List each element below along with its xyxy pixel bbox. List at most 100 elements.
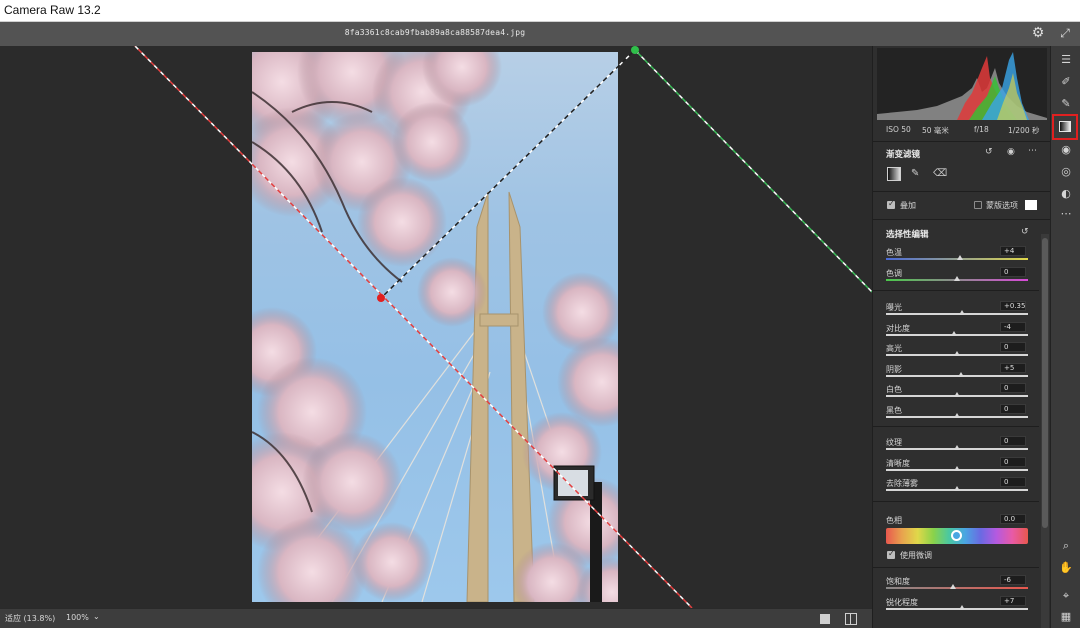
slider-thumb[interactable]	[954, 486, 960, 491]
edit-icon[interactable]: ☰	[1058, 52, 1074, 68]
slider-label: 色调	[886, 268, 902, 278]
exif-info: ISO 50 50 毫米 f/18 1/200 秒	[873, 122, 1050, 138]
exif-iso: ISO 50	[886, 125, 911, 134]
slider-track[interactable]	[886, 607, 1028, 610]
slider-value[interactable]: -6	[1000, 575, 1026, 585]
mask-color-swatch[interactable]	[1025, 200, 1037, 210]
slider-label: 对比度	[886, 323, 910, 333]
status-bar: 适应 (13.8%) 100% ⌄	[0, 608, 872, 628]
slider-value[interactable]: +0.35	[1000, 301, 1026, 311]
hand-icon[interactable]: ✋	[1058, 560, 1074, 576]
slider-thumb[interactable]	[954, 351, 960, 356]
slider-label: 去除薄雾	[886, 479, 918, 488]
slider-thumb[interactable]	[956, 255, 963, 260]
title-bar: Camera Raw 13.2	[0, 0, 1080, 22]
file-name: 8fa3361c8cab9fbab89a8ca88587dea4.jpg	[344, 28, 526, 37]
section-reset-icon[interactable]: ↺	[1021, 227, 1029, 237]
slider-track[interactable]	[886, 313, 1028, 315]
divider	[873, 141, 1050, 142]
slider-value[interactable]: -4	[1000, 321, 1026, 332]
slider-thumb[interactable]	[954, 445, 960, 450]
slider-value[interactable]: 0	[1000, 266, 1026, 277]
slider-label: 阴影	[886, 364, 902, 374]
hue-label: 色相	[886, 516, 902, 525]
slider-label: 清晰度	[886, 458, 910, 468]
grid-icon[interactable]: ▦	[1058, 609, 1074, 625]
gear-icon[interactable]: ⚙	[1031, 26, 1045, 40]
slider-thumb[interactable]	[958, 310, 965, 315]
slider-label: 白色	[886, 385, 902, 394]
slider-value[interactable]: +5	[1000, 362, 1026, 373]
graduated-filter-icon[interactable]	[1059, 121, 1071, 132]
reset-icon[interactable]: ↺	[985, 147, 993, 157]
divider	[873, 501, 1039, 502]
slider-label: 纹理	[886, 438, 902, 447]
brush-mode-icon[interactable]: ✎	[911, 169, 919, 179]
gradient-pin-green[interactable]	[631, 46, 639, 54]
section-title: 选择性编辑	[886, 230, 929, 240]
slider-label: 色温	[886, 248, 902, 257]
gradient-filter-overlay[interactable]	[0, 46, 872, 608]
more-tools-icon[interactable]: ⋯	[1058, 206, 1074, 222]
histogram	[877, 48, 1047, 120]
zoom-dropdown-icon[interactable]: ⌄	[93, 612, 100, 621]
tool-rail: ☰ ✐ ✎ ◉ ◎ ◐ ⋯ ⌕ ✋ ⌖ ▦	[1050, 46, 1080, 628]
slider-label: 曝光	[886, 303, 902, 312]
panel-scrollbar-thumb[interactable]	[1042, 238, 1048, 528]
red-eye-icon[interactable]: ◎	[1058, 164, 1074, 180]
slider-value[interactable]: 0	[1000, 477, 1026, 487]
gradient-mode-icon[interactable]	[887, 167, 901, 181]
eraser-icon[interactable]: ⌫	[933, 169, 947, 179]
divider	[873, 567, 1039, 568]
slider-value[interactable]: 0	[1000, 403, 1026, 414]
slider-thumb[interactable]	[949, 584, 956, 589]
slider-thumb[interactable]	[951, 330, 958, 336]
compare-view-icon[interactable]	[845, 613, 857, 625]
zoom-icon[interactable]: ⌕	[1058, 538, 1074, 554]
slider-thumb[interactable]	[954, 412, 960, 418]
app-title: Camera Raw 13.2	[4, 3, 101, 17]
fine-tune-label: 使用微调	[900, 551, 932, 560]
sampler-icon[interactable]: ⌖	[1058, 588, 1074, 604]
single-view-icon[interactable]	[820, 614, 830, 624]
exif-shutter: 1/200 秒	[1008, 126, 1040, 135]
gradient-pin-red[interactable]	[377, 294, 385, 302]
image-canvas[interactable]	[0, 46, 872, 608]
exif-aperture: f/18	[974, 125, 989, 134]
mask-options-checkbox[interactable]	[974, 201, 982, 209]
slider-value[interactable]: 0	[1000, 383, 1026, 393]
slider-thumb[interactable]	[957, 371, 964, 377]
healing-icon[interactable]: ✐	[1058, 74, 1074, 90]
presets-icon[interactable]: ◐	[1058, 186, 1074, 202]
slider-label: 高光	[886, 344, 902, 353]
divider	[873, 191, 1050, 192]
slider-value[interactable]: 0	[1000, 342, 1026, 352]
slider-track[interactable]	[886, 587, 1028, 589]
overlay-label: 叠加	[900, 201, 916, 210]
panel-title: 渐变滤镜	[886, 150, 921, 160]
exif-focal: 50 毫米	[922, 126, 949, 135]
hue-spectrum[interactable]	[886, 528, 1028, 544]
hue-value[interactable]: 0.0	[1000, 514, 1026, 524]
slider-thumb[interactable]	[954, 465, 960, 471]
fit-zoom-label[interactable]: 适应 (13.8%)	[5, 613, 55, 624]
fine-tune-checkbox[interactable]	[887, 549, 895, 559]
divider	[873, 219, 1050, 220]
brush-icon[interactable]: ✎	[1058, 96, 1074, 112]
slider-value[interactable]: +7	[1000, 595, 1026, 606]
slider-label: 饱和度	[886, 577, 910, 586]
eye-icon[interactable]: ◉	[1007, 147, 1015, 157]
slider-thumb[interactable]	[954, 392, 960, 397]
slider-thumb[interactable]	[958, 604, 965, 610]
radial-filter-icon[interactable]: ◉	[1058, 142, 1074, 158]
zoom-level[interactable]: 100%	[66, 613, 89, 622]
fullscreen-icon[interactable]: ⤢	[1058, 26, 1072, 40]
slider-thumb[interactable]	[954, 275, 960, 281]
slider-value[interactable]: +4	[1000, 246, 1026, 256]
slider-value[interactable]: 0	[1000, 436, 1026, 446]
slider-value[interactable]: 0	[1000, 456, 1026, 467]
overlay-checkbox[interactable]	[887, 199, 895, 209]
slider-label: 黑色	[886, 405, 902, 415]
hue-picker-handle[interactable]	[951, 530, 962, 541]
more-icon[interactable]: ⋯	[1028, 146, 1037, 156]
